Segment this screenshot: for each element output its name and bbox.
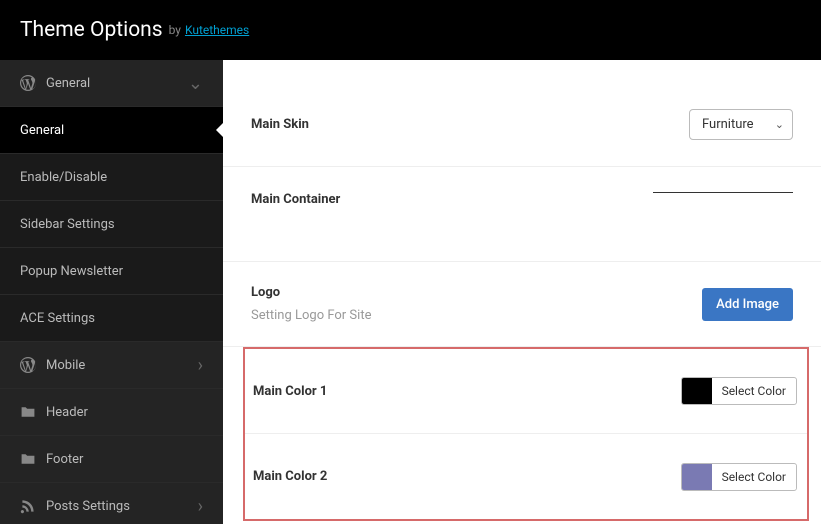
add-image-button[interactable]: Add Image [702, 288, 793, 321]
page-header: Theme Options by Kutethemes [0, 0, 821, 60]
select-color-label: Select Color [712, 465, 796, 489]
by-text: by [169, 23, 181, 37]
select-value: Furniture [702, 117, 754, 132]
sidebar: General ⌄ General Enable/Disable Sidebar… [0, 60, 223, 524]
field-label: Main Color 1 [253, 384, 327, 399]
sidebar-item-sidebar-settings[interactable]: Sidebar Settings [0, 201, 223, 248]
row-main-color-2: Main Color 2 Select Color [245, 434, 807, 519]
chevron-down-icon: ⌄ [775, 118, 784, 131]
main-skin-select[interactable]: Furniture ⌄ [689, 109, 793, 140]
sidebar-label: Popup Newsletter [20, 264, 123, 279]
sidebar-label: Footer [46, 452, 83, 467]
sidebar-item-popup[interactable]: Popup Newsletter [0, 248, 223, 295]
chevron-right-icon: › [198, 496, 203, 517]
wordpress-icon [20, 75, 36, 91]
sidebar-label: Header [46, 405, 88, 420]
field-description: Setting Logo For Site [251, 308, 371, 323]
select-color-label: Select Color [712, 379, 796, 403]
sidebar-label: Enable/Disable [20, 170, 107, 185]
color-picker-1[interactable]: Select Color [681, 377, 797, 405]
sidebar-label: General [46, 76, 90, 91]
field-label: Main Skin [251, 117, 309, 132]
sidebar-label: General [20, 123, 64, 138]
row-logo: Logo Setting Logo For Site Add Image [223, 262, 821, 347]
sidebar-label: Posts Settings [46, 499, 130, 514]
field-label: Main Container [251, 192, 340, 207]
sidebar-section-mobile[interactable]: Mobile › [0, 342, 223, 389]
folder-icon [20, 451, 36, 467]
sidebar-item-enable[interactable]: Enable/Disable [0, 154, 223, 201]
sidebar-item-general[interactable]: General [0, 107, 223, 154]
row-main-color-1: Main Color 1 Select Color [245, 349, 807, 434]
page-title: Theme Options [20, 18, 163, 42]
container-control[interactable] [653, 192, 793, 193]
wordpress-icon [20, 357, 36, 373]
color-picker-2[interactable]: Select Color [681, 463, 797, 491]
field-label: Main Color 2 [253, 469, 327, 484]
sidebar-item-ace[interactable]: ACE Settings [0, 295, 223, 342]
highlighted-section: Main Color 1 Select Color Main Color 2 S… [243, 347, 809, 521]
sidebar-label: Mobile [46, 358, 85, 373]
content-panel: Main Skin Furniture ⌄ Main Container Log… [223, 60, 821, 524]
sidebar-section-header[interactable]: Header [0, 389, 223, 436]
folder-icon [20, 404, 36, 420]
sidebar-section-footer[interactable]: Footer [0, 436, 223, 483]
row-main-skin: Main Skin Furniture ⌄ [223, 82, 821, 167]
author-link[interactable]: Kutethemes [185, 23, 249, 37]
sidebar-label: Sidebar Settings [20, 217, 115, 232]
color-swatch [682, 378, 712, 404]
sidebar-label: ACE Settings [20, 311, 95, 326]
color-swatch [682, 464, 712, 490]
sidebar-section-posts[interactable]: Posts Settings › [0, 483, 223, 524]
field-label: Logo [251, 285, 371, 300]
chevron-down-icon: ⌄ [188, 73, 203, 94]
chevron-right-icon: › [198, 355, 203, 376]
sidebar-section-general[interactable]: General ⌄ [0, 60, 223, 107]
row-main-container: Main Container [223, 167, 821, 262]
rss-icon [20, 498, 36, 514]
